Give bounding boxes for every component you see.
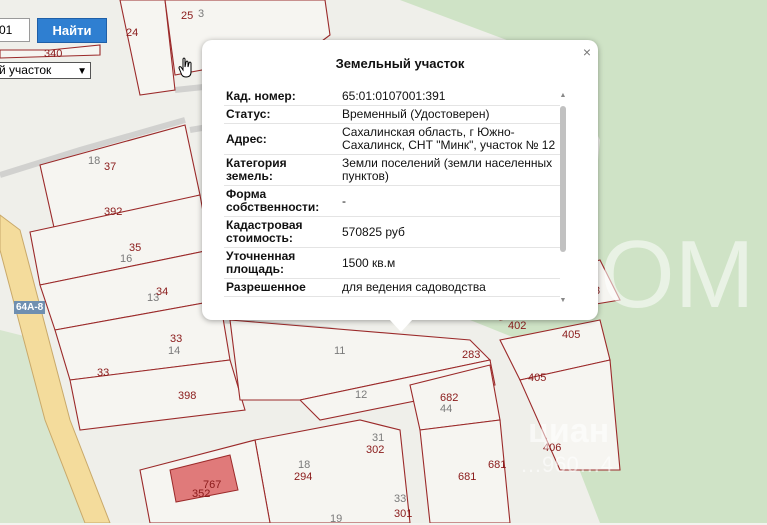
info-value: 570825 руб	[338, 216, 560, 248]
watermark-text: OM	[600, 221, 755, 328]
watermark-phone: …960…4	[520, 452, 613, 477]
info-value: для ведения садоводства	[338, 278, 560, 297]
map-label: 44	[440, 403, 453, 415]
map-label: 398	[178, 390, 197, 402]
info-row: Категория земель: Земли поселений (земли …	[224, 154, 560, 186]
popup-scrollbar[interactable]: ▲ ▼	[558, 92, 568, 304]
map-label: 16	[120, 253, 133, 265]
map-label: 18	[88, 155, 101, 167]
info-row: Кад. номер: 65:01:0107001:391	[224, 88, 560, 106]
map-label: 31	[372, 432, 385, 444]
map-label: 25	[181, 10, 194, 22]
scroll-up-icon[interactable]: ▲	[558, 92, 568, 99]
info-row: Статус: Временный (Удостоверен)	[224, 105, 560, 124]
scroll-down-icon[interactable]: ▼	[558, 297, 568, 304]
info-value: -	[338, 185, 560, 217]
map-label: 34	[156, 286, 169, 298]
info-key: Статус:	[224, 105, 338, 124]
map-label: 14	[168, 345, 181, 357]
map-label: 18	[298, 459, 311, 471]
map-label: 405	[562, 329, 581, 341]
info-key: Уточненная площадь:	[224, 247, 338, 279]
info-key: Кад. номер:	[224, 88, 338, 106]
popup-pointer	[389, 319, 413, 332]
popup-body[interactable]: Кад. номер: 65:01:0107001:391 Статус: Време…	[224, 88, 560, 304]
map-label: 402	[508, 320, 527, 332]
info-key: Разрешенное	[224, 278, 338, 297]
popup-title: Земельный участок	[335, 56, 465, 71]
map-label: 33	[97, 367, 110, 379]
map-label: 340	[44, 48, 63, 60]
map-label: 33	[394, 493, 407, 505]
info-value: Временный (Удостоверен)	[338, 105, 560, 124]
parcel-302	[254, 419, 411, 523]
hand-cursor-icon	[178, 57, 192, 78]
info-key: Форма собственности:	[224, 185, 338, 217]
chevron-down-icon: ▼	[77, 66, 87, 77]
info-row: Уточненная площадь: 1500 кв.м	[224, 247, 560, 279]
scrollbar-thumb[interactable]	[560, 106, 566, 252]
info-row: Форма собственности: -	[224, 185, 560, 217]
object-type-select[interactable]: й участок ▼	[0, 62, 91, 79]
map-label: 681	[488, 459, 507, 471]
object-type-value: й участок	[0, 63, 52, 77]
search-input[interactable]: 01	[0, 18, 30, 42]
map-label: 11	[334, 345, 346, 357]
info-row: Кадастровая стоимость: 570825 руб	[224, 216, 560, 248]
map-label: 301	[394, 508, 413, 520]
map-label: 33	[170, 333, 183, 345]
road-sign: 64А-8	[14, 301, 46, 314]
info-key: Категория земель:	[224, 154, 338, 186]
map-label: 405	[528, 372, 547, 384]
info-row: Разрешенное для ведения садоводства	[224, 278, 560, 297]
info-key: Кадастровая стоимость:	[224, 216, 338, 248]
map-label: 24	[126, 27, 139, 39]
parcel-info-popup: × Земельный участок Кад. номер: 65:01:010…	[202, 40, 598, 320]
map-label: 37	[104, 161, 117, 173]
info-key: Адрес:	[224, 123, 338, 155]
info-row: Адрес: Сахалинская область, г Южно-Сахали…	[224, 123, 560, 155]
map-label: 302	[366, 444, 385, 456]
map-label: 12	[355, 389, 368, 401]
map-label: 283	[462, 349, 481, 361]
parcel-info-table: Кад. номер: 65:01:0107001:391 Статус: Време…	[224, 88, 560, 297]
info-value: Земли поселений (земли населенных пункто…	[338, 154, 560, 186]
map-label: 392	[104, 206, 123, 218]
info-value: Сахалинская область, г Южно-Сахалинск, С…	[338, 123, 560, 155]
map-label: 681	[458, 471, 477, 483]
find-button[interactable]: Найти	[37, 18, 107, 43]
info-value: 1500 кв.м	[338, 247, 560, 279]
watermark-brand: циан	[528, 412, 610, 450]
map-label: 294	[294, 471, 313, 483]
map-label: 352	[192, 488, 211, 500]
map-label: 3	[198, 8, 205, 20]
info-value: 65:01:0107001:391	[338, 88, 560, 106]
map-label: 19	[330, 513, 343, 525]
